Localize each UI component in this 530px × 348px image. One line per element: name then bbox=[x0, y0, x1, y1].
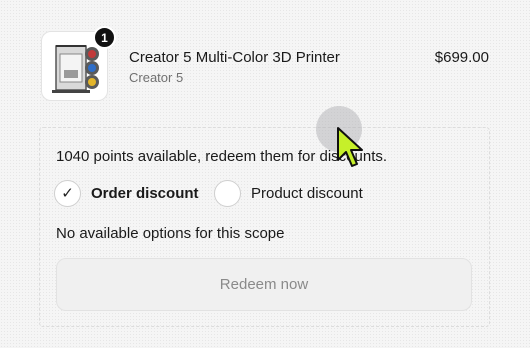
order-discount-label: Order discount bbox=[91, 184, 199, 202]
checkmark-icon: ✓ bbox=[61, 185, 74, 202]
product-variant: Creator 5 bbox=[129, 70, 184, 85]
redeem-now-button[interactable]: Redeem now bbox=[56, 258, 472, 311]
product-discount-option[interactable]: Product discount bbox=[214, 179, 363, 207]
product-discount-radio[interactable] bbox=[214, 179, 241, 207]
product-name: Creator 5 Multi-Color 3D Printer bbox=[129, 49, 340, 66]
no-options-message: No available options for this scope bbox=[56, 225, 285, 242]
mouse-pointer-icon bbox=[337, 127, 363, 167]
product-discount-label: Product discount bbox=[251, 184, 363, 202]
order-discount-radio[interactable]: ✓ bbox=[54, 179, 81, 207]
quantity-badge: 1 bbox=[93, 26, 116, 49]
product-price: $699.00 bbox=[434, 49, 489, 66]
order-discount-option[interactable]: ✓ Order discount bbox=[54, 179, 199, 207]
